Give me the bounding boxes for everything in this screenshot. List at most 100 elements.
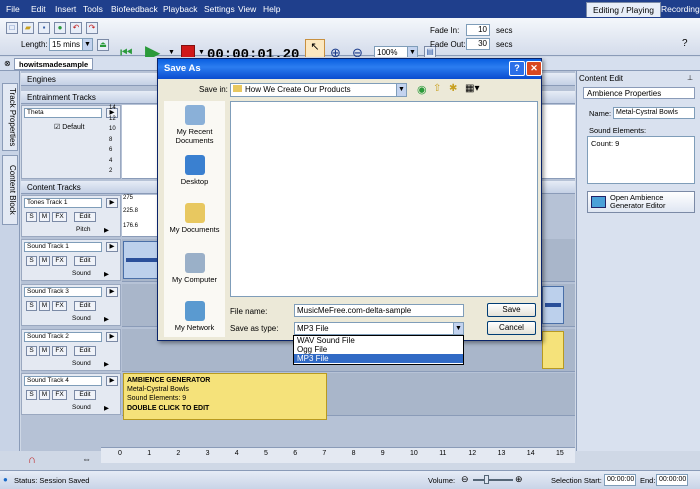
menu-view[interactable]: View — [238, 4, 256, 14]
menu-tools[interactable]: Tools — [83, 4, 103, 14]
mute-button[interactable]: M — [39, 346, 50, 356]
refresh-icon[interactable]: ● — [54, 22, 66, 34]
track-kind-arrow-icon[interactable]: ▶ — [104, 360, 109, 368]
file-name-input[interactable]: MusicMeFree.com-delta-sample — [294, 304, 464, 317]
tab-ambience-properties[interactable]: Ambience Properties — [583, 87, 695, 99]
help-icon[interactable]: ? — [509, 61, 525, 76]
mute-button[interactable]: M — [39, 212, 50, 222]
file-list[interactable] — [230, 101, 538, 297]
record-menu-chevron-icon[interactable]: ▼ — [198, 49, 205, 56]
place-my-network[interactable]: My Network — [164, 301, 225, 332]
edit-button[interactable]: Edit — [74, 212, 96, 222]
selection-start-field[interactable]: 00:00:00 — [604, 474, 636, 486]
back-icon[interactable]: ◉ — [417, 83, 427, 96]
tab-document[interactable]: howitsmadesample — [14, 58, 94, 70]
track-menu-icon[interactable]: ▶ — [106, 332, 118, 342]
play-menu-chevron-icon[interactable]: ▼ — [168, 49, 175, 56]
volume-down-icon[interactable]: ⊖ — [461, 474, 469, 485]
place-my-computer[interactable]: My Computer — [164, 253, 225, 284]
track-name[interactable]: Sound Track 3 — [24, 287, 102, 297]
option-wav[interactable]: WAV Sound File — [294, 336, 463, 345]
solo-button[interactable]: S — [26, 212, 37, 222]
edit-button[interactable]: Edit — [74, 256, 96, 266]
fade-in-input[interactable]: 10 — [466, 24, 490, 36]
new-folder-icon[interactable]: ✱ — [449, 83, 457, 94]
tab-recording[interactable]: Recording — [655, 2, 700, 17]
track-kind-arrow-icon[interactable]: ▶ — [104, 270, 109, 278]
up-folder-icon[interactable]: ⇧ — [433, 83, 441, 94]
default-checkbox[interactable]: ☑ Default — [54, 123, 84, 131]
edit-button[interactable]: Edit — [74, 390, 96, 400]
dialog-titlebar[interactable]: Save As — [158, 59, 541, 79]
close-icon[interactable]: ✕ — [526, 61, 542, 76]
fade-out-input[interactable]: 30 — [466, 38, 490, 50]
fx-button[interactable]: FX — [52, 301, 67, 311]
mute-button[interactable]: M — [39, 390, 50, 400]
track-name[interactable]: Sound Track 2 — [24, 332, 102, 342]
menu-file[interactable]: File — [6, 4, 20, 14]
entrainment-track-name[interactable]: Theta — [24, 108, 102, 118]
tab-track-properties[interactable]: Track Properties — [2, 83, 18, 151]
redo-icon[interactable]: ↷ — [86, 22, 98, 34]
option-ogg[interactable]: Ogg File — [294, 345, 463, 354]
tab-content-block[interactable]: Content Block — [2, 155, 18, 225]
fx-button[interactable]: FX — [52, 212, 67, 222]
pin-icon[interactable]: ⊥ — [687, 74, 693, 82]
name-field[interactable]: Metal-Cystral Bowls — [613, 107, 695, 119]
length-select[interactable]: 15 mins ▼ — [49, 38, 93, 51]
solo-button[interactable]: S — [26, 301, 37, 311]
track-name[interactable]: Sound Track 4 — [24, 376, 102, 386]
save-icon[interactable]: ▪ — [38, 22, 50, 34]
track-menu-icon[interactable]: ▶ — [106, 198, 118, 208]
tab-editing-playing[interactable]: Editing / Playing — [586, 2, 661, 17]
help-icon[interactable]: ? — [682, 38, 688, 49]
track-name[interactable]: Tones Track 1 — [24, 198, 102, 208]
undo-icon[interactable]: ↶ — [70, 22, 82, 34]
open-ambience-editor-button[interactable]: Open Ambience Generator Editor — [587, 191, 695, 213]
save-as-type-select[interactable]: MP3 File ▼ — [294, 322, 464, 335]
mute-button[interactable]: M — [39, 301, 50, 311]
close-icon[interactable]: ⊗ — [4, 59, 11, 68]
solo-button[interactable]: S — [26, 346, 37, 356]
menu-biofeedback[interactable]: Biofeedback — [111, 4, 158, 14]
track-menu-icon[interactable]: ▶ — [106, 287, 118, 297]
fx-button[interactable]: FX — [52, 346, 67, 356]
magnet-icon[interactable]: ∩ — [28, 454, 36, 466]
ambience-clip[interactable] — [542, 331, 564, 369]
fit-icon[interactable]: ⇔ — [82, 454, 91, 464]
save-in-select[interactable]: How We Create Our Products ▼ — [230, 83, 407, 97]
mute-button[interactable]: M — [39, 256, 50, 266]
place-my-documents[interactable]: My Documents — [164, 203, 225, 234]
edit-button[interactable]: Edit — [74, 346, 96, 356]
volume-thumb[interactable] — [484, 475, 489, 484]
solo-button[interactable]: S — [26, 256, 37, 266]
menu-help[interactable]: Help — [263, 4, 280, 14]
track-menu-icon[interactable]: ▶ — [106, 376, 118, 386]
track-menu-icon[interactable]: ▶ — [106, 242, 118, 252]
menu-edit[interactable]: Edit — [31, 4, 46, 14]
volume-slider[interactable] — [473, 479, 513, 481]
place-recent[interactable]: My Recent Documents — [164, 105, 225, 145]
fx-button[interactable]: FX — [52, 390, 67, 400]
menu-insert[interactable]: Insert — [55, 4, 76, 14]
menu-playback[interactable]: Playback — [163, 4, 198, 14]
new-icon[interactable]: □ — [6, 22, 18, 34]
volume-up-icon[interactable]: ⊕ — [515, 474, 523, 485]
up-arrow-icon[interactable]: ⏏ — [97, 39, 109, 51]
solo-button[interactable]: S — [26, 390, 37, 400]
end-field[interactable]: 00:00:00 — [656, 474, 688, 486]
views-menu-icon[interactable]: ▦▾ — [465, 83, 479, 94]
option-mp3-selected[interactable]: MP3 File — [294, 354, 463, 363]
open-folder-icon[interactable]: ▰ — [22, 22, 34, 34]
track-kind-arrow-icon[interactable]: ▶ — [104, 315, 109, 323]
menu-settings[interactable]: Settings — [204, 4, 235, 14]
track-name[interactable]: Sound Track 1 — [24, 242, 102, 252]
fx-button[interactable]: FX — [52, 256, 67, 266]
track-kind-arrow-icon[interactable]: ▶ — [104, 404, 109, 412]
timeline-ruler[interactable]: 0 1 2 3 4 5 6 7 8 9 10 11 12 13 14 15 — [101, 447, 575, 463]
edit-button[interactable]: Edit — [74, 301, 96, 311]
cancel-button[interactable]: Cancel — [487, 321, 536, 335]
place-desktop[interactable]: Desktop — [164, 155, 225, 186]
ambience-generator-block[interactable]: AMBIENCE GENERATOR Metal-Cystral Bowls S… — [123, 373, 327, 420]
save-button[interactable]: Save — [487, 303, 536, 317]
